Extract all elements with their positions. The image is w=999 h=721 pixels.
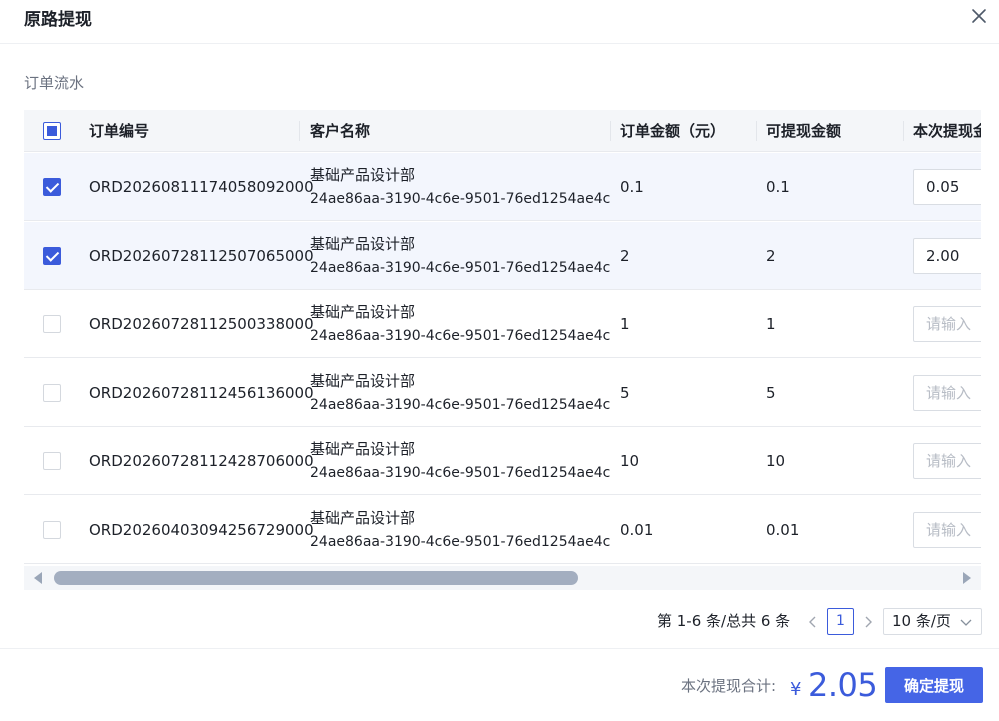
col-header-amount: 订单金额（元） (620, 122, 726, 140)
order-amount: 0.1 (620, 178, 644, 196)
customer-name: 基础产品设计部 (310, 235, 416, 253)
withdrawable-amount: 1 (766, 315, 776, 333)
row-checkbox[interactable] (43, 521, 61, 539)
table-row[interactable]: ORD20260728112428706000 基础产品设计部 24ae86aa-3… (24, 427, 981, 495)
withdrawable-amount: 5 (766, 384, 776, 402)
chevron-right-glyph (865, 616, 872, 628)
customer-id: 24ae86aa-3190-4c6e-9501-76ed1254ae4c (310, 397, 611, 413)
customer-name: 基础产品设计部 (310, 372, 416, 390)
col-divider (903, 121, 904, 141)
chevron-left-icon[interactable] (806, 613, 820, 631)
select-all-checkbox[interactable] (43, 122, 61, 140)
customer-name: 基础产品设计部 (310, 440, 416, 458)
scroll-right-icon[interactable] (963, 572, 971, 584)
order-number: ORD20260728112507065000 (89, 247, 314, 265)
col-header-order-no: 订单编号 (89, 122, 150, 140)
table-row[interactable]: ORD20260728112456136000 基础产品设计部 24ae86aa-3… (24, 359, 981, 427)
col-divider (756, 121, 757, 141)
order-amount: 10 (620, 452, 640, 470)
sum-value: 2.05 (808, 666, 878, 704)
table-row[interactable]: ORD20260811174058092000 基础产品设计部 24ae86aa-3… (24, 153, 981, 221)
scrollbar-thumb[interactable] (54, 571, 578, 585)
customer-name: 基础产品设计部 (310, 303, 416, 321)
order-number: ORD20260403094256729000 (89, 521, 314, 539)
order-amount: 1 (620, 315, 630, 333)
orders-table: 订单编号 客户名称 订单金额（元） 可提现金额 本次提现金 ORD2026081… (24, 110, 981, 590)
withdrawable-amount: 10 (766, 452, 786, 470)
withdraw-amount-input[interactable] (913, 238, 981, 274)
row-checkbox[interactable] (43, 315, 61, 333)
order-amount: 0.01 (620, 521, 654, 539)
close-icon[interactable] (969, 6, 989, 26)
row-checkbox[interactable] (43, 452, 61, 470)
withdraw-amount-input[interactable] (913, 375, 981, 411)
customer-name: 基础产品设计部 (310, 166, 416, 184)
page-size-label: 10 条/页 (892, 612, 951, 630)
order-amount: 2 (620, 247, 630, 265)
order-number: ORD20260728112500338000 (89, 315, 314, 333)
row-checkbox[interactable] (43, 247, 61, 265)
col-header-customer: 客户名称 (310, 122, 371, 140)
withdraw-amount-input[interactable] (913, 443, 981, 479)
withdraw-amount-input[interactable] (913, 512, 981, 548)
order-number: ORD20260811174058092000 (89, 178, 314, 196)
close-icon-glyph (972, 9, 986, 23)
currency-symbol: ¥ (790, 679, 802, 700)
customer-id: 24ae86aa-3190-4c6e-9501-76ed1254ae4c (310, 260, 611, 276)
customer-id: 24ae86aa-3190-4c6e-9501-76ed1254ae4c (310, 328, 611, 344)
withdraw-dialog: 原路提现 订单流水 订单编号 客户名称 订单金额（元） 可提现金额 本次提现金 … (0, 0, 999, 721)
order-number: ORD20260728112428706000 (89, 452, 314, 470)
dialog-title: 原路提现 (24, 10, 92, 30)
horizontal-scrollbar[interactable] (24, 566, 981, 590)
order-number: ORD20260728112456136000 (89, 384, 314, 402)
chevron-left-glyph (809, 616, 816, 628)
customer-id: 24ae86aa-3190-4c6e-9501-76ed1254ae4c (310, 465, 611, 481)
withdrawable-amount: 0.1 (766, 178, 790, 196)
withdraw-amount-input[interactable] (913, 306, 981, 342)
withdrawable-amount: 0.01 (766, 521, 800, 539)
table-header: 订单编号 客户名称 订单金额（元） 可提现金额 本次提现金 (24, 110, 981, 152)
section-label: 订单流水 (24, 74, 85, 92)
table-row[interactable]: ORD20260728112500338000 基础产品设计部 24ae86aa-3… (24, 290, 981, 358)
table-row[interactable]: ORD20260728112507065000 基础产品设计部 24ae86aa-3… (24, 222, 981, 290)
col-divider (610, 121, 611, 141)
customer-id: 24ae86aa-3190-4c6e-9501-76ed1254ae4c (310, 534, 611, 550)
sum-label: 本次提现合计: (681, 677, 777, 695)
col-header-withdraw-amount: 本次提现金 (913, 122, 981, 140)
withdraw-amount-input[interactable] (913, 169, 981, 205)
page-number-button[interactable]: 1 (827, 608, 854, 635)
pagination-total: 第 1-6 条/总共 6 条 (657, 612, 791, 630)
col-divider (299, 121, 300, 141)
confirm-withdraw-button[interactable]: 确定提现 (885, 667, 983, 703)
chevron-down-icon (960, 619, 972, 626)
chevron-right-icon[interactable] (861, 613, 875, 631)
row-checkbox[interactable] (43, 384, 61, 402)
page-size-select[interactable]: 10 条/页 (883, 608, 982, 635)
withdrawable-amount: 2 (766, 247, 776, 265)
customer-id: 24ae86aa-3190-4c6e-9501-76ed1254ae4c (310, 191, 611, 207)
col-header-withdrawable: 可提现金额 (766, 122, 842, 140)
customer-name: 基础产品设计部 (310, 509, 416, 527)
row-checkbox[interactable] (43, 178, 61, 196)
order-amount: 5 (620, 384, 630, 402)
table-row[interactable]: ORD20260403094256729000 基础产品设计部 24ae86aa-3… (24, 496, 981, 564)
scroll-left-icon[interactable] (34, 572, 42, 584)
dialog-header: 原路提现 (0, 0, 999, 44)
